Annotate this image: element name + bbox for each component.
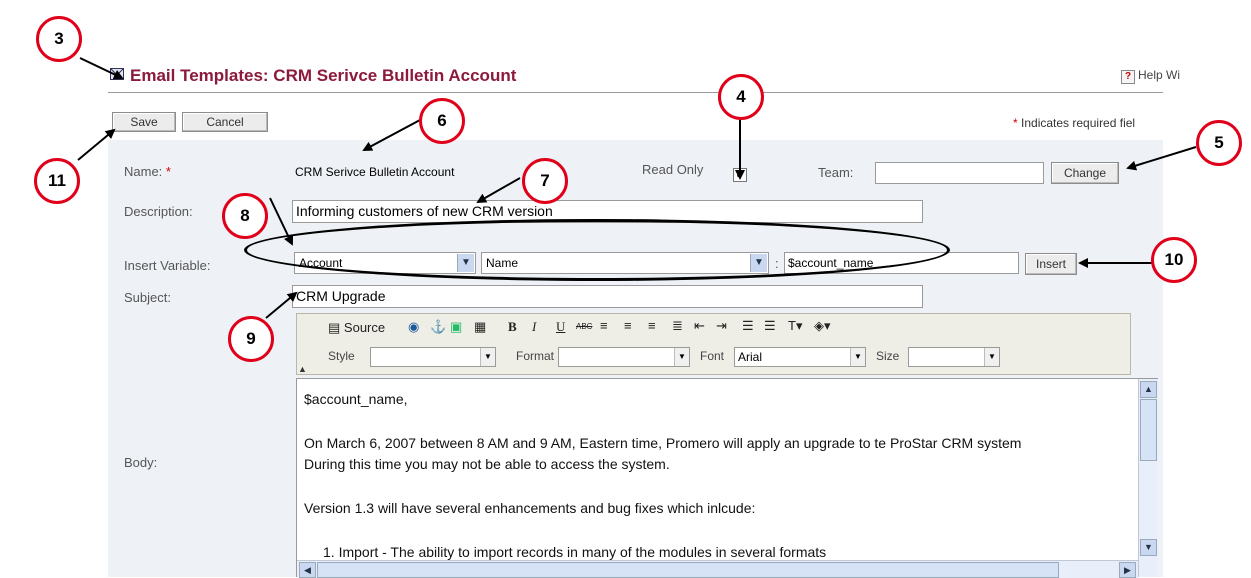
callout-3: 3 bbox=[36, 16, 82, 62]
callout-8: 8 bbox=[222, 193, 268, 239]
callout-4: 4 bbox=[718, 74, 764, 120]
callout-6: 6 bbox=[419, 98, 465, 144]
annotation-arrows bbox=[77, 57, 1197, 319]
callout-9: 9 bbox=[228, 316, 274, 362]
callout-11: 11 bbox=[34, 158, 80, 204]
callout-10: 10 bbox=[1151, 237, 1197, 283]
callout-7: 7 bbox=[522, 158, 568, 204]
callout-5: 5 bbox=[1196, 120, 1242, 166]
